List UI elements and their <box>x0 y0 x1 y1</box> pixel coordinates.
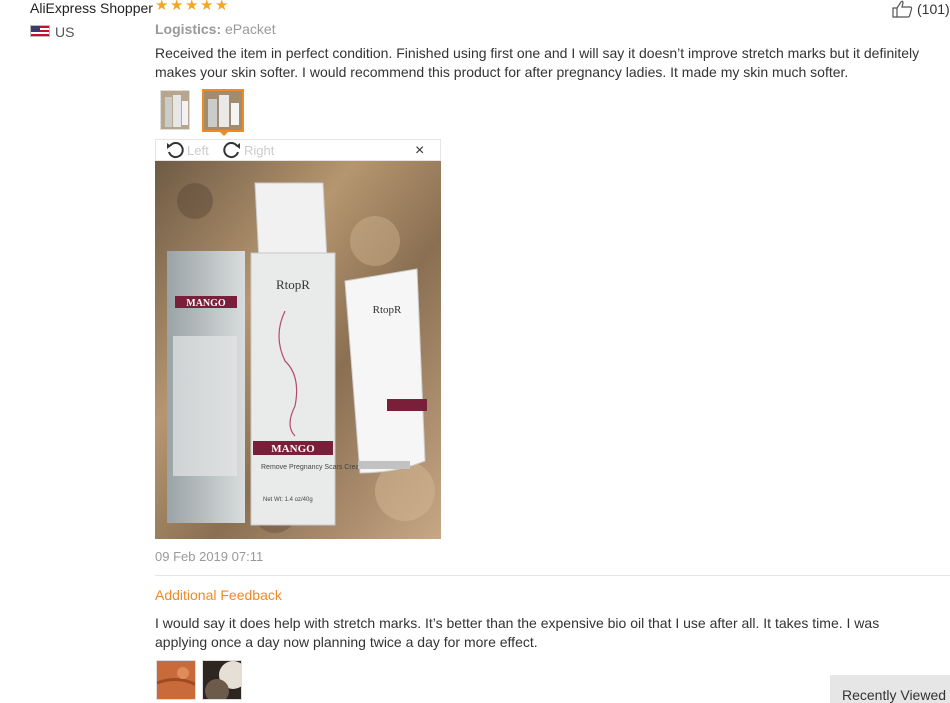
rotate-left-icon <box>167 142 184 159</box>
rating-stars: ★ ★ ★ ★ ★ <box>155 0 229 15</box>
rotate-left-button[interactable]: Left <box>165 140 209 160</box>
star-icon: ★ <box>215 0 229 14</box>
product-net-wt-text: Net Wt: 1.4 oz/40g <box>263 497 313 503</box>
product-subtitle-text: Remove Pregnancy Scars Cream <box>261 464 365 471</box>
rotate-right-icon <box>223 142 240 159</box>
selected-thumb-arrow <box>218 130 230 136</box>
additional-feedback-title: Additional Feedback <box>155 587 282 603</box>
helpful-count: (101) <box>917 1 950 17</box>
rotate-right-button[interactable]: Right <box>222 140 274 160</box>
logistics-value: ePacket <box>225 21 276 37</box>
logistics-info: Logistics: ePacket <box>155 21 276 37</box>
logistics-label: Logistics: <box>155 21 222 37</box>
thumbs-up-icon[interactable] <box>892 0 914 18</box>
review-photo-thumb-1[interactable] <box>160 90 190 130</box>
review-photo-thumb-2[interactable] <box>202 89 244 132</box>
review-date: 09 Feb 2019 07:11 <box>155 549 264 564</box>
review-photo-large: MANGO RtopR MANGO Remove Pregnancy Scars… <box>155 161 441 539</box>
helpful-button[interactable]: (101) <box>892 0 950 18</box>
divider <box>155 575 950 576</box>
left-box-label: MANGO <box>186 298 226 309</box>
star-icon: ★ <box>170 0 184 14</box>
rotate-right-label: Right <box>244 142 275 158</box>
rotate-left-label: Left <box>187 142 209 158</box>
star-icon: ★ <box>155 0 169 14</box>
close-viewer-button[interactable]: × <box>415 142 424 160</box>
feedback-photo-thumb-1[interactable] <box>156 660 196 700</box>
additional-feedback-text: I would say it does help with stretch ma… <box>155 615 880 650</box>
reviewer-country: US <box>55 24 75 40</box>
star-icon: ★ <box>200 0 214 14</box>
tube-brand-text: RtopR <box>373 304 402 316</box>
recently-viewed-tab[interactable]: Recently Viewed <box>830 675 950 703</box>
star-icon: ★ <box>185 0 199 14</box>
us-flag-icon <box>30 25 50 37</box>
reviewer-name: AliExpress Shopper <box>30 0 153 16</box>
product-brand-text: RtopR <box>276 277 310 292</box>
product-name-text: MANGO <box>271 443 315 455</box>
feedback-photo-thumb-2[interactable] <box>202 660 242 700</box>
review-text: Received the item in perfect condition. … <box>155 45 920 80</box>
